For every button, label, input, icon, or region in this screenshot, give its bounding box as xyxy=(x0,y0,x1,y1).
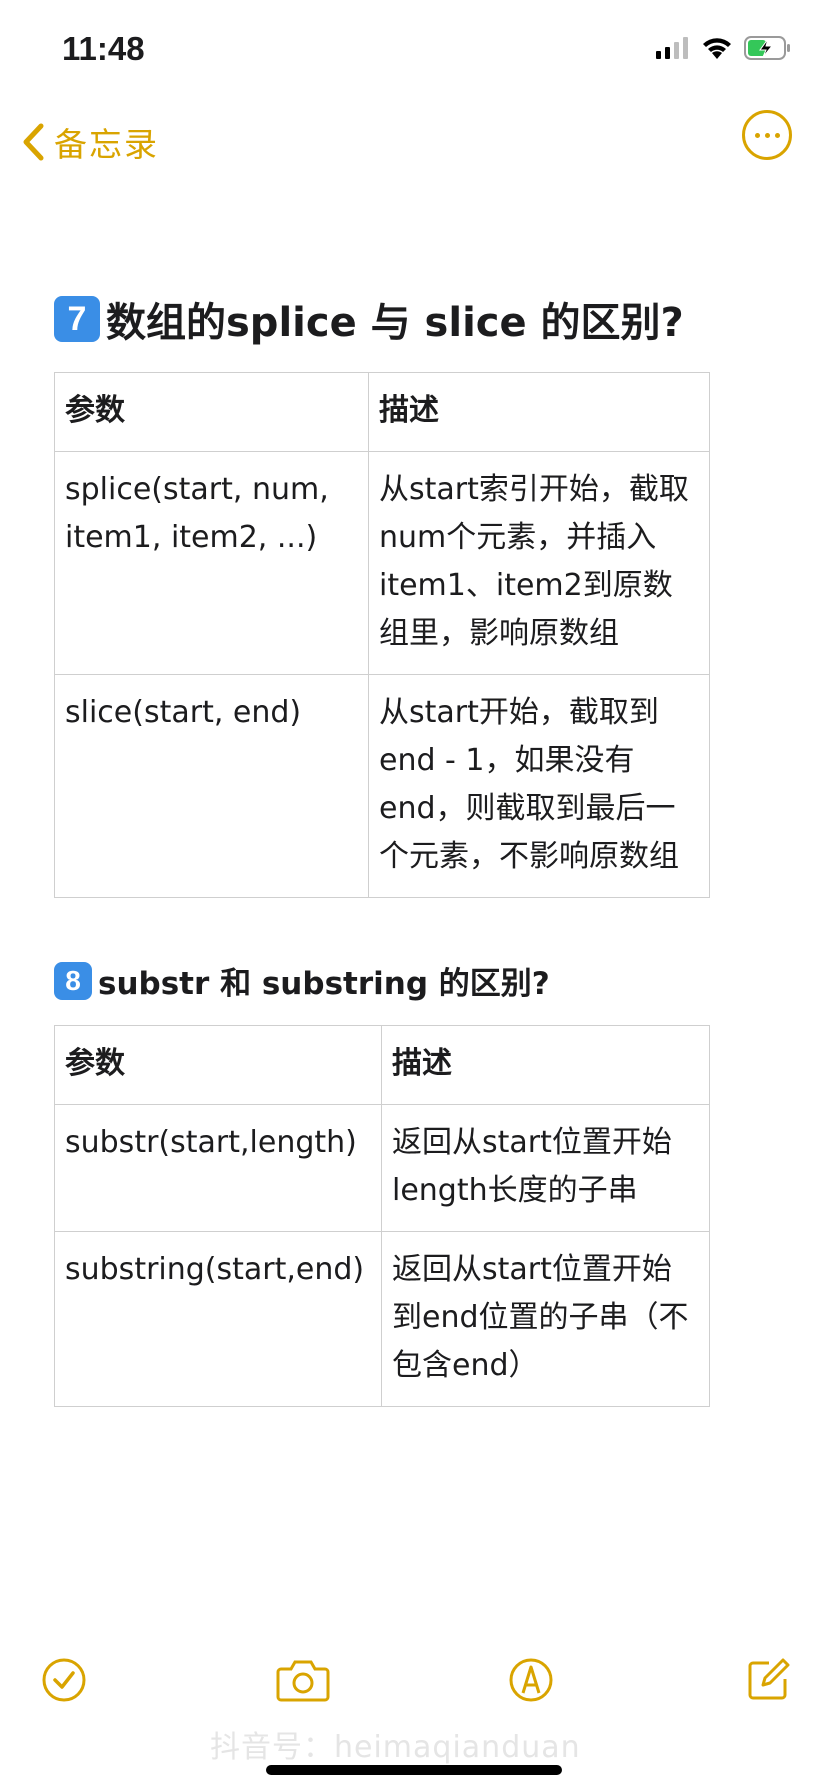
header-desc: 描述 xyxy=(368,372,710,452)
header-param: 参数 xyxy=(54,372,369,452)
section-8-heading: 8 substr 和 substring 的区别? xyxy=(54,958,714,1003)
header-desc: 描述 xyxy=(381,1025,710,1105)
keycap-7-icon: 7 xyxy=(54,296,100,342)
compose-button[interactable] xyxy=(740,1652,796,1708)
status-bar: 11:48 xyxy=(0,0,828,100)
back-button[interactable]: 备忘录 xyxy=(22,118,159,166)
back-label: 备忘录 xyxy=(54,125,159,164)
section-7-title: 数组的splice 与 slice 的区别? xyxy=(106,300,684,346)
chevron-left-icon xyxy=(23,123,44,161)
checklist-button[interactable] xyxy=(36,1652,92,1708)
checklist-icon xyxy=(42,1658,86,1702)
table-row: slice(start, end) 从start开始，截取到end - 1，如果… xyxy=(54,674,710,898)
camera-button[interactable] xyxy=(272,1652,334,1708)
note-body: 7 数组的splice 与 slice 的区别? 参数 描述 splice(st… xyxy=(54,290,714,1407)
table-header-row: 参数 描述 xyxy=(54,372,710,452)
ellipsis-icon xyxy=(754,132,760,138)
markup-button[interactable] xyxy=(503,1652,559,1708)
param-cell: slice(start, end) xyxy=(54,674,369,898)
watermark: 抖音号：heimaqianduan xyxy=(210,1730,581,1765)
section-7-table: 参数 描述 splice(start, num, item1, item2, .… xyxy=(54,372,710,898)
wifi-icon xyxy=(703,38,731,59)
camera-icon xyxy=(276,1660,330,1702)
section-7-heading: 7 数组的splice 与 slice 的区别? xyxy=(54,290,714,348)
home-indicator[interactable] xyxy=(266,1765,562,1775)
desc-cell: 从start开始，截取到end - 1，如果没有end，则截取到最后一个元素，不… xyxy=(368,674,710,898)
section-8-table: 参数 描述 substr(start,length) 返回从start位置开始l… xyxy=(54,1025,710,1407)
table-header-row: 参数 描述 xyxy=(54,1025,710,1105)
table-row: splice(start, num, item1, item2, ...) 从s… xyxy=(54,451,710,675)
status-icons xyxy=(656,36,792,60)
param-cell: substring(start,end) xyxy=(54,1231,382,1407)
status-time: 11:48 xyxy=(62,30,145,67)
header-param: 参数 xyxy=(54,1025,382,1105)
pen-tip-icon xyxy=(509,1658,553,1702)
param-cell: splice(start, num, item1, item2, ...) xyxy=(54,451,369,675)
table-row: substring(start,end) 返回从start位置开始到end位置的… xyxy=(54,1231,710,1407)
table-row: substr(start,length) 返回从start位置开始length长… xyxy=(54,1104,710,1232)
more-options-button[interactable] xyxy=(742,110,792,160)
desc-cell: 返回从start位置开始到end位置的子串（不包含end） xyxy=(381,1231,710,1407)
bottom-toolbar xyxy=(0,1652,828,1722)
param-cell: substr(start,length) xyxy=(54,1104,382,1232)
navigation-bar: 备忘录 xyxy=(0,110,828,170)
desc-cell: 返回从start位置开始length长度的子串 xyxy=(381,1104,710,1232)
cellular-signal-icon xyxy=(656,37,688,59)
desc-cell: 从start索引开始，截取num个元素，并插入item1、item2到原数组里，… xyxy=(368,451,710,675)
battery-icon xyxy=(744,36,790,60)
compose-icon xyxy=(748,1658,790,1700)
section-8-title: substr 和 substring 的区别? xyxy=(98,966,550,1002)
keycap-8-icon: 8 xyxy=(54,961,92,1000)
